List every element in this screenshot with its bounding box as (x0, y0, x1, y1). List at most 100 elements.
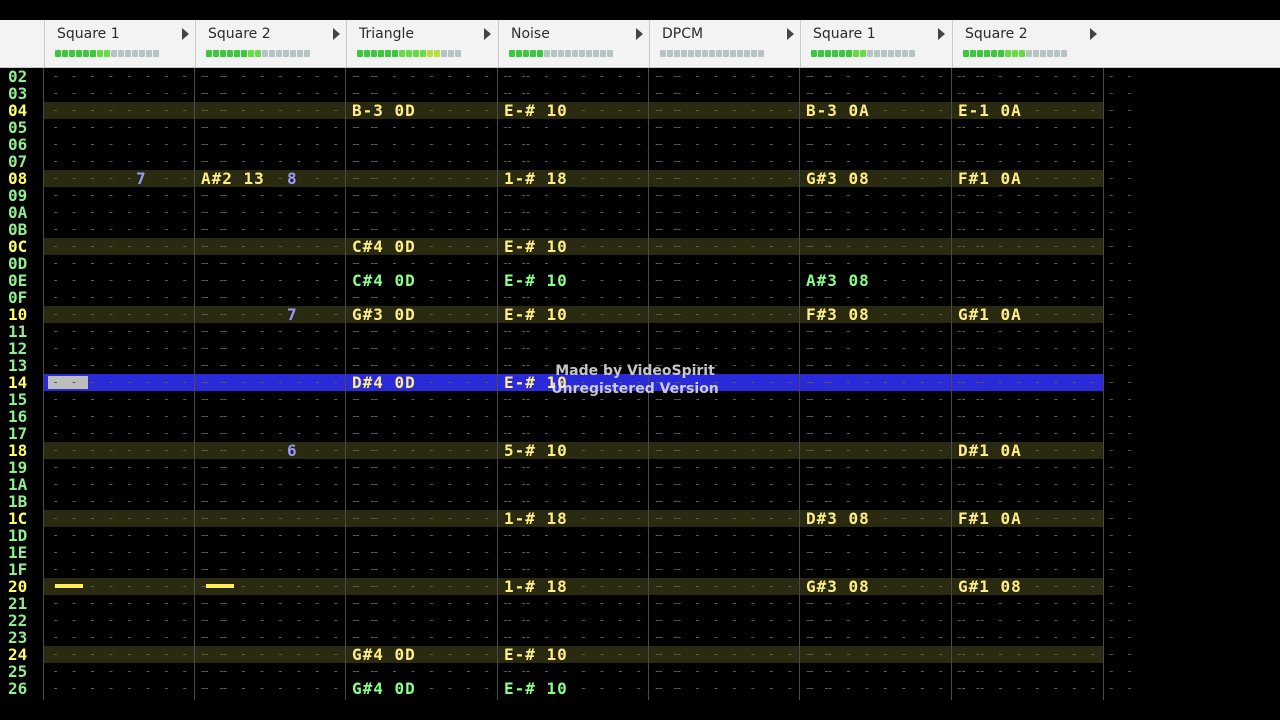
empty-cell-dots: - - - - - - - - - - (657, 290, 833, 304)
note-cell[interactable]: 5-# 10 (504, 442, 568, 459)
note-cell[interactable]: D#4 0D (352, 374, 416, 391)
note-off-marker[interactable] (55, 584, 83, 588)
channel-header-2[interactable]: Triangle (346, 20, 497, 67)
empty-cell-dots: - - - - - - - - - - (203, 562, 379, 576)
note-cell[interactable]: D#3 08 (806, 510, 870, 527)
note-cell[interactable]: F#1 0A (958, 510, 1022, 527)
note-cell[interactable]: G#4 0D (352, 646, 416, 663)
empty-cell-dots: - - - - - - - - - - (203, 154, 379, 168)
channel-header-1[interactable]: Square 2 (195, 20, 346, 67)
empty-cell-dots: - - - - - - - - - - (960, 256, 1136, 270)
note-cell[interactable]: E-# 10 (504, 102, 568, 119)
note-cell[interactable]: G#3 08 (806, 170, 870, 187)
meter-segment (839, 50, 845, 57)
expand-arrow-icon[interactable] (484, 28, 491, 40)
empty-cell-dots: - - - - - - - - - - (506, 256, 682, 270)
empty-cell-dots: - - - - - - - - - - (960, 562, 1136, 576)
empty-cell-dots: - - - - - - - - - - (354, 613, 530, 627)
note-cell[interactable]: 1-# 18 (504, 170, 568, 187)
note-cell[interactable]: E-# 10 (504, 238, 568, 255)
empty-cell-dots: - - - - - - - - - - (52, 681, 228, 695)
empty-cell-dots: - - - - - - - - - - (52, 613, 228, 627)
expand-arrow-icon[interactable] (636, 28, 643, 40)
note-cell[interactable]: 1-# 18 (504, 578, 568, 595)
meter-segment (248, 50, 254, 57)
note-cell[interactable]: D#1 0A (958, 442, 1022, 459)
empty-cell-dots: - - - - - - - - - - (960, 494, 1136, 508)
note-cell[interactable]: G#1 08 (958, 578, 1022, 595)
empty-cell-dots: - - - - - - - - - - (657, 205, 833, 219)
note-cell[interactable]: E-1 0A (958, 102, 1022, 119)
meter-segment (83, 50, 89, 57)
empty-cell-dots: - - - - - - - - - - (506, 341, 682, 355)
volume-meter (660, 50, 765, 57)
expand-arrow-icon[interactable] (182, 28, 189, 40)
empty-cell-dots: - - - - - - - - - - (808, 256, 984, 270)
empty-cell-dots: - - - - - - - - - - (506, 120, 682, 134)
note-cell[interactable]: C#4 0D (352, 272, 416, 289)
empty-cell-dots: - - - - - - - - - - (354, 358, 530, 372)
empty-cell-dots: - - - - - - - - - - (203, 409, 379, 423)
empty-cell-dots: - - - - - - - - - - (808, 477, 984, 491)
note-cell[interactable]: F#1 0A (958, 170, 1022, 187)
meter-segment (206, 50, 212, 57)
channel-header-3[interactable]: Noise (498, 20, 649, 67)
empty-cell-dots: - - - - - - - - - - (808, 562, 984, 576)
empty-cell-dots: - - - - - - - - - - (808, 460, 984, 474)
expand-arrow-icon[interactable] (333, 28, 340, 40)
row-number: 1F (8, 560, 28, 579)
row-number: 15 (8, 390, 28, 409)
note-cell[interactable]: E-# 10 (504, 680, 568, 697)
note-cell[interactable]: G#3 08 (806, 578, 870, 595)
empty-cell-dots: - - - - - - - - - - (657, 86, 833, 100)
volume-meter (811, 50, 916, 57)
note-cell[interactable]: 8 (287, 170, 298, 187)
channel-header-6[interactable]: Square 2 (952, 20, 1103, 67)
meter-segment (895, 50, 901, 57)
channel-separator (345, 68, 346, 700)
note-cell[interactable]: G#3 0D (352, 306, 416, 323)
note-cell[interactable]: F#3 08 (806, 306, 870, 323)
note-cell[interactable]: G#4 0D (352, 680, 416, 697)
note-cell[interactable]: 1-# 18 (504, 510, 568, 527)
meter-segment (998, 50, 1004, 57)
channel-header-4[interactable]: DPCM (649, 20, 800, 67)
empty-cell-dots: - - - - - - - - - - (657, 443, 833, 457)
meter-segment (902, 50, 908, 57)
empty-cell-dots: - - - - - - - - - - (52, 103, 228, 117)
empty-cell-dots: - - - - - - - - - - (506, 426, 682, 440)
note-cell[interactable]: 7 (136, 170, 147, 187)
note-cell[interactable]: A#3 08 (806, 272, 870, 289)
row-number: 12 (8, 339, 28, 358)
note-cell[interactable]: E-# 10 (504, 306, 568, 323)
note-off-marker[interactable] (206, 584, 234, 588)
note-cell[interactable]: C#4 0D (352, 238, 416, 255)
note-cell[interactable]: 6 (287, 442, 298, 459)
note-cell[interactable]: B-3 0A (806, 102, 870, 119)
meter-segment (146, 50, 152, 57)
channel-header-5[interactable]: Square 1 (800, 20, 951, 67)
empty-cell-dots: - - - - - - - - - - (203, 256, 379, 270)
meter-segment (818, 50, 824, 57)
note-cell[interactable]: B-3 0D (352, 102, 416, 119)
empty-cell-dots: - - - - - - - - - - (203, 86, 379, 100)
empty-cell-dots: - - - - - - - - - - (657, 647, 833, 661)
channel-header-0[interactable]: Square 1 (44, 20, 195, 67)
note-cell[interactable]: E-# 10 (504, 272, 568, 289)
expand-arrow-icon[interactable] (938, 28, 945, 40)
note-cell[interactable]: 7 (287, 306, 298, 323)
empty-cell-dots: - - - - - - - - - - (354, 290, 530, 304)
meter-segment (516, 50, 522, 57)
meter-segment (688, 50, 694, 57)
note-cell[interactable]: A#2 13 (201, 170, 265, 187)
meter-segment (132, 50, 138, 57)
empty-cell-dots: - - - - - - - - - - (657, 120, 833, 134)
note-cell[interactable]: E-# 10 (504, 646, 568, 663)
expand-arrow-icon[interactable] (1090, 28, 1097, 40)
empty-cell-dots: - - - - - - - - - - (52, 290, 228, 304)
expand-arrow-icon[interactable] (787, 28, 794, 40)
meter-segment (537, 50, 543, 57)
row-number: 09 (8, 186, 28, 205)
empty-cell-dots: - - - - - - - - - - (808, 545, 984, 559)
note-cell[interactable]: G#1 0A (958, 306, 1022, 323)
